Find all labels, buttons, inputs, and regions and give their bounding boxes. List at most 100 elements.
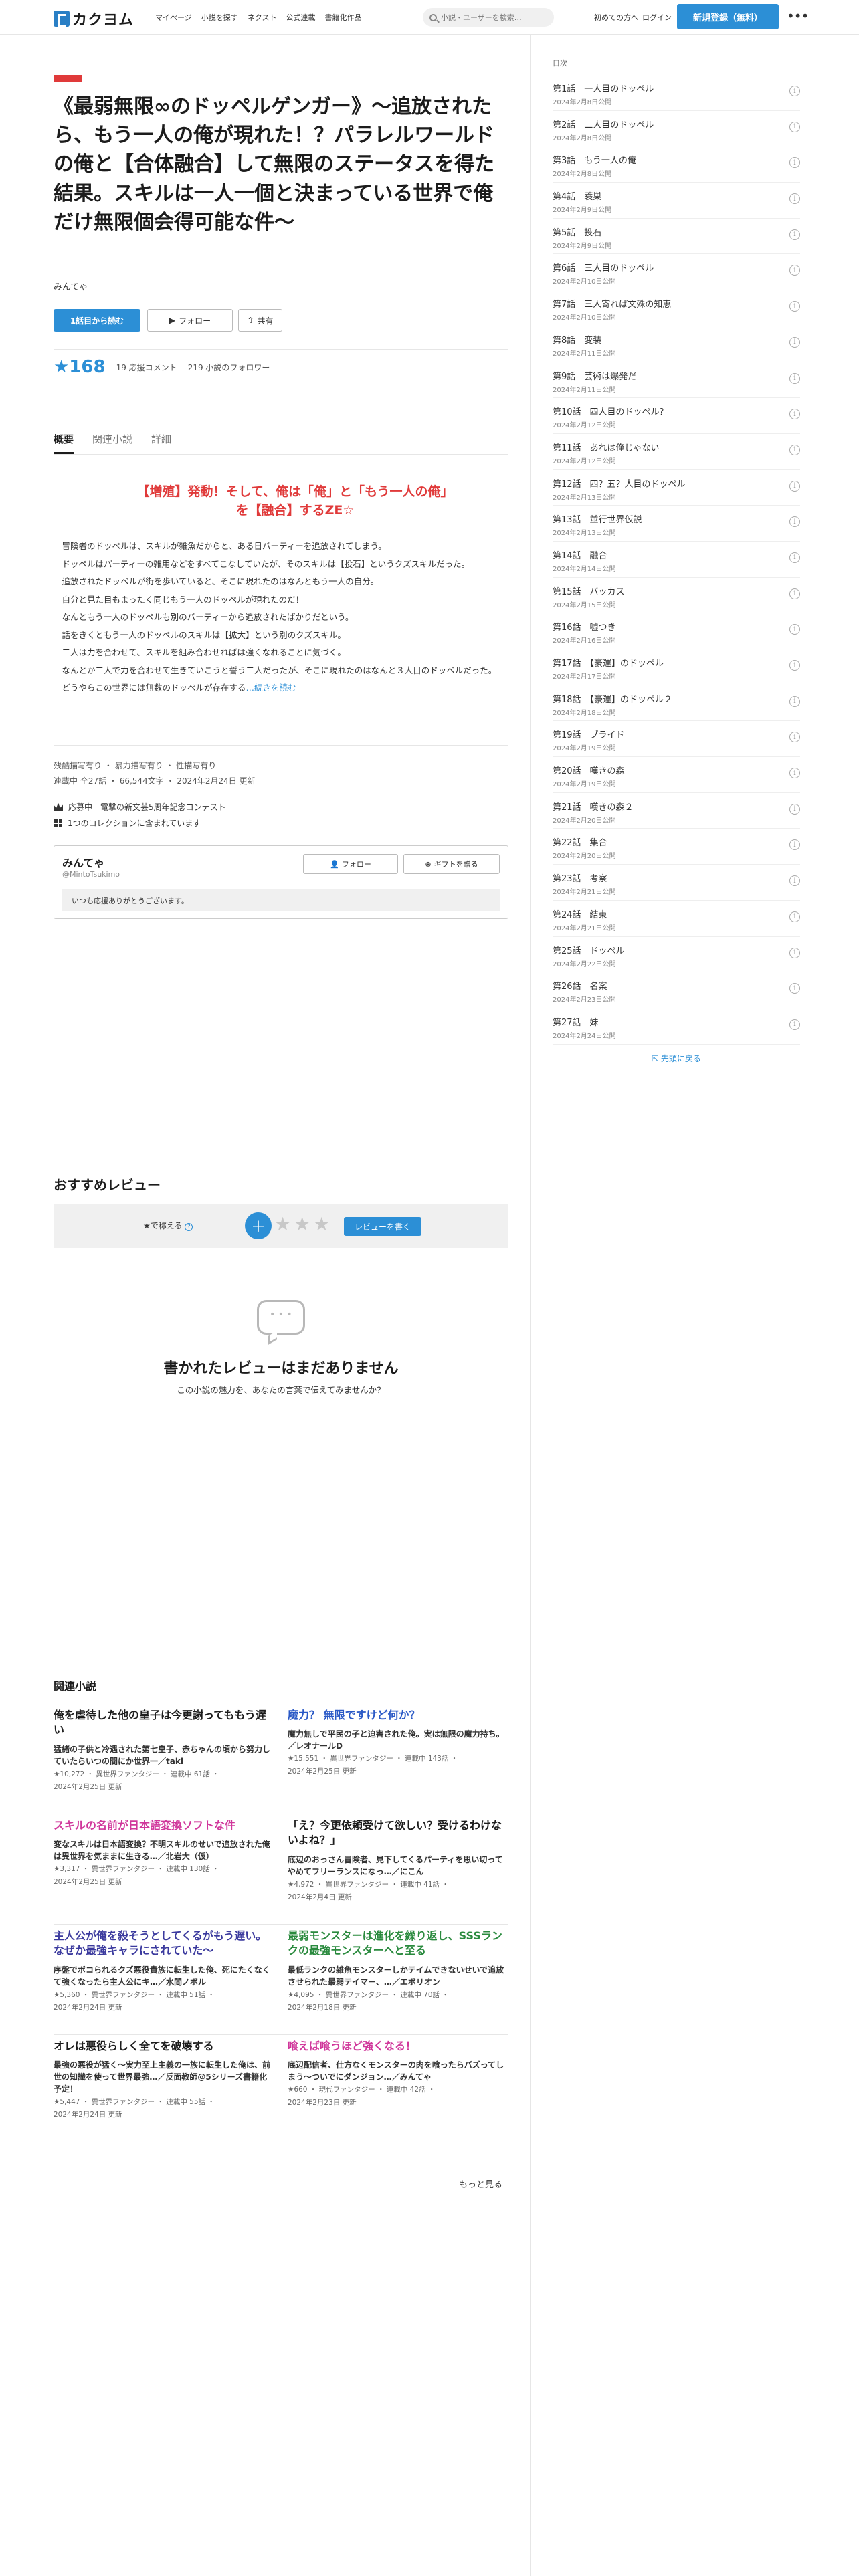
info-icon[interactable]: i <box>789 588 800 599</box>
toc-episode[interactable]: 第18話 【豪運】のドッペル２ 2024年2月18日公開 i <box>553 685 800 722</box>
contest-entry[interactable]: 応募中 電撃の新文芸5周年記念コンテスト <box>54 801 226 813</box>
info-icon[interactable]: i <box>789 372 800 384</box>
episode-title[interactable]: 第11話 あれは俺じゃない <box>553 441 800 453</box>
related-title[interactable]: 主人公が俺を殺そうとしてくるがもう遅い。なぜか最強キャラにされていた〜 <box>54 1929 274 1959</box>
related-novel-card[interactable]: 最弱モンスターは進化を繰り返し、SSSランクの最強モンスターへと至る 最低ランクの… <box>288 1929 508 2034</box>
episode-title[interactable]: 第14話 融合 <box>553 548 800 561</box>
toc-episode[interactable]: 第6話 三人目のドッペル 2024年2月10日公開 i <box>553 254 800 291</box>
star-count[interactable]: ★168 <box>54 357 106 377</box>
toc-episode[interactable]: 第5話 投石 2024年2月9日公開 i <box>553 219 800 255</box>
toc-episode[interactable]: 第8話 変装 2024年2月11日公開 i <box>553 326 800 362</box>
follower-count[interactable]: 219 小説のフォロワー <box>188 362 270 373</box>
related-title[interactable]: 喰えば喰うほど強くなる！ <box>288 2039 508 2054</box>
episode-title[interactable]: 第6話 三人目のドッペル <box>553 261 800 274</box>
episode-title[interactable]: 第24話 結束 <box>553 907 800 920</box>
info-icon[interactable]: i <box>789 444 800 455</box>
rating-stars[interactable]: ★★★ <box>274 1213 332 1235</box>
search-box[interactable] <box>423 8 554 27</box>
info-icon[interactable]: i <box>789 768 800 779</box>
related-novel-card[interactable]: 喰えば喰うほど強くなる！ 底辺配信者、仕方なくモンスターの肉を喰ったらバズってしま… <box>288 2039 508 2145</box>
related-title[interactable]: 最弱モンスターは進化を繰り返し、SSSランクの最強モンスターへと至る <box>288 1929 508 1959</box>
toc-episode[interactable]: 第26話 名案 2024年2月23日公開 i <box>553 972 800 1008</box>
related-title[interactable]: スキルの名前が日本語変換ソフトな件 <box>54 1818 274 1833</box>
back-to-top-link[interactable]: ⇱ 先頭に戻る <box>553 1053 800 1064</box>
more-related-link[interactable]: もっと見る <box>459 2177 502 2190</box>
info-icon[interactable]: i <box>789 193 800 205</box>
nav-find-novels[interactable]: 小説を探す <box>201 12 238 23</box>
toc-episode[interactable]: 第12話 四？五？人目のドッペル 2024年2月13日公開 i <box>553 470 800 506</box>
related-title[interactable]: 「え？今更依頼受けて欲しい？受けるわけないよね？」 <box>288 1818 508 1848</box>
episode-title[interactable]: 第2話 二人目のドッペル <box>553 118 800 130</box>
login-link[interactable]: ログイン <box>642 12 672 23</box>
toc-episode[interactable]: 第15話 バッカス 2024年2月15日公開 i <box>553 578 800 614</box>
author-link[interactable]: みんてゃ <box>54 280 88 292</box>
toc-episode[interactable]: 第4話 蓑巣 2024年2月9日公開 i <box>553 183 800 219</box>
nav-next[interactable]: ネクスト <box>248 12 277 23</box>
info-icon[interactable]: i <box>789 695 800 707</box>
collections-link[interactable]: 1つのコレクションに含まれています <box>54 817 201 829</box>
follow-work-button[interactable]: ▶ フォロー <box>147 309 233 332</box>
info-icon[interactable]: i <box>789 121 800 132</box>
nav-published-works[interactable]: 書籍化作品 <box>324 12 361 23</box>
toc-episode[interactable]: 第23話 考察 2024年2月21日公開 i <box>553 865 800 901</box>
write-review-button[interactable]: レビューを書く <box>344 1217 421 1236</box>
info-icon[interactable]: i <box>789 911 800 922</box>
nav-official-serial[interactable]: 公式連載 <box>286 12 315 23</box>
toc-episode[interactable]: 第10話 四人目のドッペル？ 2024年2月12日公開 i <box>553 398 800 434</box>
toc-episode[interactable]: 第27話 妹 2024年2月24日公開 i <box>553 1008 800 1045</box>
read-first-button[interactable]: 1話目から読む <box>54 309 140 332</box>
toc-episode[interactable]: 第17話 【豪運】のドッペル 2024年2月17日公開 i <box>553 649 800 685</box>
follow-author-button[interactable]: 👤 フォロー <box>303 854 398 874</box>
search-input[interactable] <box>441 13 541 22</box>
help-icon[interactable]: ? <box>185 1223 193 1231</box>
tab-details[interactable]: 詳細 <box>151 432 171 446</box>
toc-episode[interactable]: 第20話 嘆きの森 2024年2月19日公開 i <box>553 757 800 793</box>
toc-episode[interactable]: 第7話 三人寄れば文殊の知恵 2024年2月10日公開 i <box>553 290 800 326</box>
toc-episode[interactable]: 第14話 融合 2024年2月14日公開 i <box>553 542 800 578</box>
toc-episode[interactable]: 第13話 並行世界仮説 2024年2月13日公開 i <box>553 506 800 542</box>
read-more-link[interactable]: …続きを読む <box>246 683 296 693</box>
episode-title[interactable]: 第13話 並行世界仮説 <box>553 512 800 525</box>
episode-title[interactable]: 第4話 蓑巣 <box>553 189 800 202</box>
toc-episode[interactable]: 第1話 一人目のドッペル 2024年2月8日公開 i <box>553 75 800 111</box>
info-icon[interactable]: i <box>789 732 800 743</box>
info-icon[interactable]: i <box>789 552 800 563</box>
related-novel-card[interactable]: 俺を虐待した他の皇子は今更謝ってももう遅い 猛緒の子供と冷遇された第七皇子、赤ちゃ… <box>54 1708 274 1814</box>
related-novel-card[interactable]: スキルの名前が日本語変換ソフトな件 変なスキルは日本語変換？不明スキルのせいで追放… <box>54 1818 274 1924</box>
nav-mypage[interactable]: マイページ <box>155 12 192 23</box>
info-icon[interactable]: i <box>789 947 800 958</box>
info-icon[interactable]: i <box>789 803 800 815</box>
info-icon[interactable]: i <box>789 86 800 96</box>
toc-episode[interactable]: 第11話 あれは俺じゃない 2024年2月12日公開 i <box>553 434 800 470</box>
episode-title[interactable]: 第1話 一人目のドッペル <box>553 82 800 94</box>
episode-title[interactable]: 第26話 名案 <box>553 979 800 992</box>
toc-episode[interactable]: 第19話 ブライド 2024年2月19日公開 i <box>553 721 800 758</box>
episode-title[interactable]: 第19話 ブライド <box>553 728 800 740</box>
episode-title[interactable]: 第27話 妹 <box>553 1015 800 1028</box>
info-icon[interactable]: i <box>789 983 800 994</box>
episode-title[interactable]: 第25話 ドッペル <box>553 944 800 956</box>
info-icon[interactable]: i <box>789 336 800 348</box>
episode-title[interactable]: 第8話 変装 <box>553 333 800 346</box>
episode-title[interactable]: 第23話 考察 <box>553 871 800 884</box>
info-icon[interactable]: i <box>789 839 800 851</box>
toc-episode[interactable]: 第9話 芸術は爆発だ 2024年2月11日公開 i <box>553 362 800 399</box>
share-button[interactable]: ⇧ 共有 <box>238 309 282 332</box>
info-icon[interactable]: i <box>789 660 800 671</box>
related-title[interactable]: オレは悪役らしく全てを破壊する <box>54 2039 274 2054</box>
info-icon[interactable]: i <box>789 516 800 528</box>
add-star-button[interactable]: ＋ <box>245 1212 272 1239</box>
info-icon[interactable]: i <box>789 480 800 492</box>
info-icon[interactable]: i <box>789 157 800 169</box>
signup-button[interactable]: 新規登録（無料） <box>677 4 779 29</box>
tab-overview[interactable]: 概要 <box>54 432 74 454</box>
toc-episode[interactable]: 第24話 結束 2024年2月21日公開 i <box>553 901 800 937</box>
info-icon[interactable]: i <box>789 409 800 420</box>
toc-episode[interactable]: 第3話 もう一人の俺 2024年2月8日公開 i <box>553 146 800 183</box>
toc-episode[interactable]: 第22話 集合 2024年2月20日公開 i <box>553 829 800 865</box>
info-icon[interactable]: i <box>789 229 800 240</box>
episode-title[interactable]: 第9話 芸術は爆発だ <box>553 369 800 382</box>
tab-related-novels[interactable]: 関連小説 <box>92 432 132 446</box>
info-icon[interactable]: i <box>789 875 800 887</box>
episode-title[interactable]: 第16話 嘘つき <box>553 620 800 633</box>
